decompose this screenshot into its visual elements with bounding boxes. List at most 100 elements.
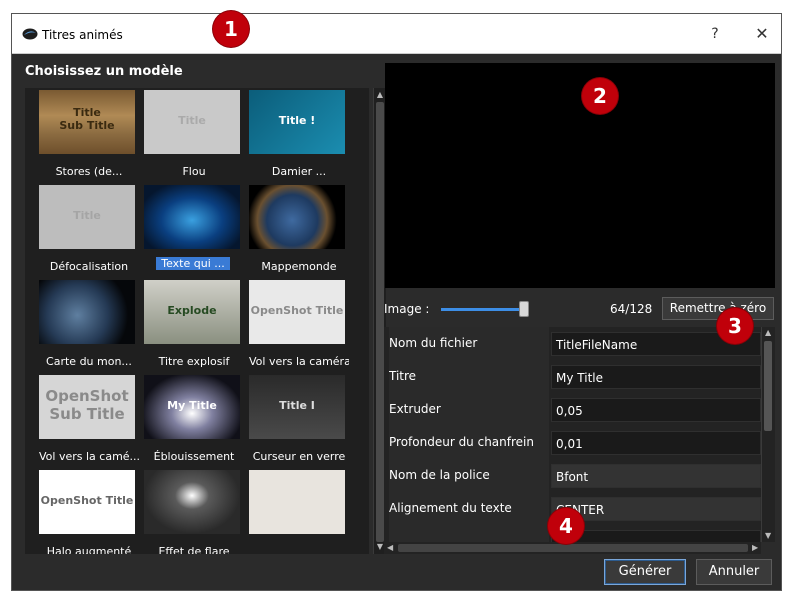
template-item[interactable]: Carte du mon... — [39, 280, 139, 374]
template-thumbnail[interactable] — [249, 470, 345, 534]
scroll-down-icon[interactable]: ▼ — [765, 531, 771, 540]
frame-slider-track[interactable] — [441, 308, 524, 311]
frame-count: 64/128 — [610, 302, 653, 316]
thumbnail-text: Title Sub Title — [59, 106, 115, 132]
properties-vscrollbar[interactable]: ▲ ▼ — [761, 327, 775, 542]
scrollbar-thumb[interactable] — [398, 544, 748, 552]
annotation-badge-1: 1 — [213, 11, 249, 47]
template-label: Vol vers la caméra — [249, 355, 349, 368]
scrollbar-thumb[interactable] — [764, 341, 772, 431]
property-row: Titre My Title — [384, 360, 761, 393]
template-item[interactable]: OpenShot Title Vol vers la caméra — [249, 280, 349, 374]
property-name: Extruder — [389, 393, 549, 426]
property-name: Profondeur du chanfrein — [389, 426, 549, 459]
close-button[interactable]: ✕ — [747, 22, 777, 46]
template-item[interactable]: My Title Éblouissement — [144, 375, 244, 469]
template-panel: Choisissez un modèle Title Sub Title Stor… — [22, 64, 386, 574]
template-thumbnail[interactable]: OpenShot Title — [249, 280, 345, 344]
property-name — [389, 525, 549, 542]
property-value-input[interactable]: 0,01 — [551, 431, 761, 455]
image-label: Image : — [384, 302, 430, 316]
template-label: Texte qui ... — [156, 257, 230, 270]
preview-area — [385, 63, 775, 288]
annotation-badge-3: 3 — [717, 308, 753, 344]
thumbnail-text: OpenShot Title — [40, 494, 134, 507]
template-item[interactable]: Title I Curseur en verre — [249, 375, 349, 469]
template-grid: Title Sub Title Stores (de... Title Flou Tit… — [25, 88, 369, 554]
generate-button[interactable]: Générer — [604, 559, 686, 585]
template-item[interactable] — [249, 470, 349, 554]
template-label: Mappemonde — [261, 260, 337, 273]
scroll-up-icon[interactable]: ▲ — [376, 90, 384, 100]
template-item[interactable]: Title Flou — [144, 90, 244, 184]
template-thumbnail[interactable]: Explode — [144, 280, 240, 344]
template-thumbnail[interactable]: My Title — [144, 375, 240, 439]
annotation-badge-4: 4 — [548, 508, 584, 544]
scroll-down-icon[interactable]: ▼ — [376, 542, 384, 552]
property-name: Titre — [389, 360, 549, 393]
property-name: Nom du fichier — [389, 327, 549, 360]
template-thumbnail[interactable] — [144, 470, 240, 534]
template-thumbnail[interactable] — [249, 185, 345, 249]
frame-slider-handle[interactable] — [519, 301, 529, 317]
template-thumbnail[interactable] — [39, 280, 135, 344]
template-item[interactable]: Mappemonde — [249, 185, 349, 279]
template-thumbnail[interactable]: OpenShot Title — [39, 470, 135, 534]
scroll-up-icon[interactable]: ▲ — [765, 328, 771, 337]
template-item[interactable]: OpenShot Title Halo augmenté — [39, 470, 139, 554]
template-label: Effet de flare — [158, 545, 230, 554]
reset-button[interactable]: Remettre à zéro — [662, 297, 774, 320]
template-label: Curseur en verre — [252, 450, 346, 463]
property-name: Alignement du texte — [389, 492, 549, 525]
properties-hscrollbar[interactable]: ◀ ▶ — [384, 542, 761, 554]
template-label: Vol vers la camé... — [39, 450, 139, 463]
template-item[interactable]: Title ! Damier ... — [249, 90, 349, 184]
template-item[interactable]: OpenShot Sub Title Vol vers la camé... — [39, 375, 139, 469]
template-thumbnail[interactable]: OpenShot Sub Title — [39, 375, 135, 439]
template-item[interactable]: Effet de flare — [144, 470, 244, 554]
thumbnail-text: Title ! — [278, 114, 316, 127]
template-label: Flou — [182, 165, 206, 178]
panel-title: Choisissez un modèle — [25, 64, 183, 79]
thumbnail-text: Title — [178, 114, 206, 127]
template-label: Stores (de... — [55, 165, 123, 178]
template-label: Éblouissement — [153, 450, 235, 463]
scroll-left-icon[interactable]: ◀ — [387, 543, 393, 552]
thumbnail-text: Title — [73, 209, 101, 222]
template-thumbnail[interactable]: Title ! — [249, 90, 345, 154]
property-row: Extruder 0,05 — [384, 393, 761, 426]
animated-titles-dialog: Titres animés ? ✕ Choisissez un modèle T… — [11, 13, 782, 591]
template-thumbnail[interactable] — [144, 185, 240, 249]
property-row: Profondeur du chanfrein 0,01 — [384, 426, 761, 459]
template-label: Carte du mon... — [46, 355, 132, 368]
thumbnail-text: My Title — [167, 399, 217, 412]
template-item[interactable]: Title Sub Title Stores (de... — [39, 90, 139, 184]
property-row: Nom du fichier TitleFileName — [384, 327, 761, 360]
property-value-input[interactable]: 0,05 — [551, 398, 761, 422]
template-thumbnail[interactable]: Title — [39, 185, 135, 249]
thumbnail-text: OpenShot Sub Title — [45, 387, 129, 423]
title-bar: Titres animés ? ✕ — [12, 14, 781, 54]
template-label: Halo augmenté — [46, 545, 132, 554]
thumbnail-text: Explode — [167, 304, 217, 317]
scrollbar-thumb[interactable] — [376, 102, 384, 542]
template-item[interactable]: Explode Titre explosif — [144, 280, 244, 374]
template-thumbnail[interactable]: Title I — [249, 375, 345, 439]
openshot-logo-icon — [22, 28, 38, 40]
thumbnail-text: OpenShot Title — [250, 304, 344, 317]
property-dropdown[interactable]: CENTER — [551, 497, 761, 521]
scroll-right-icon[interactable]: ▶ — [752, 543, 758, 552]
template-label: Titre explosif — [158, 355, 230, 368]
template-thumbnail[interactable]: Title — [144, 90, 240, 154]
template-label: Damier ... — [271, 165, 327, 178]
template-item[interactable]: Texte qui ... — [144, 185, 244, 279]
template-thumbnail[interactable]: Title Sub Title — [39, 90, 135, 154]
template-item[interactable]: Title Défocalisation — [39, 185, 139, 279]
help-button[interactable]: ? — [700, 22, 730, 46]
property-row: Nom de la police Bfont — [384, 459, 761, 492]
cancel-button[interactable]: Annuler — [696, 559, 772, 585]
property-dropdown[interactable]: Bfont — [551, 464, 761, 488]
property-value-input[interactable]: My Title — [551, 365, 761, 389]
window-title: Titres animés — [42, 28, 123, 42]
template-label: Défocalisation — [49, 260, 129, 273]
